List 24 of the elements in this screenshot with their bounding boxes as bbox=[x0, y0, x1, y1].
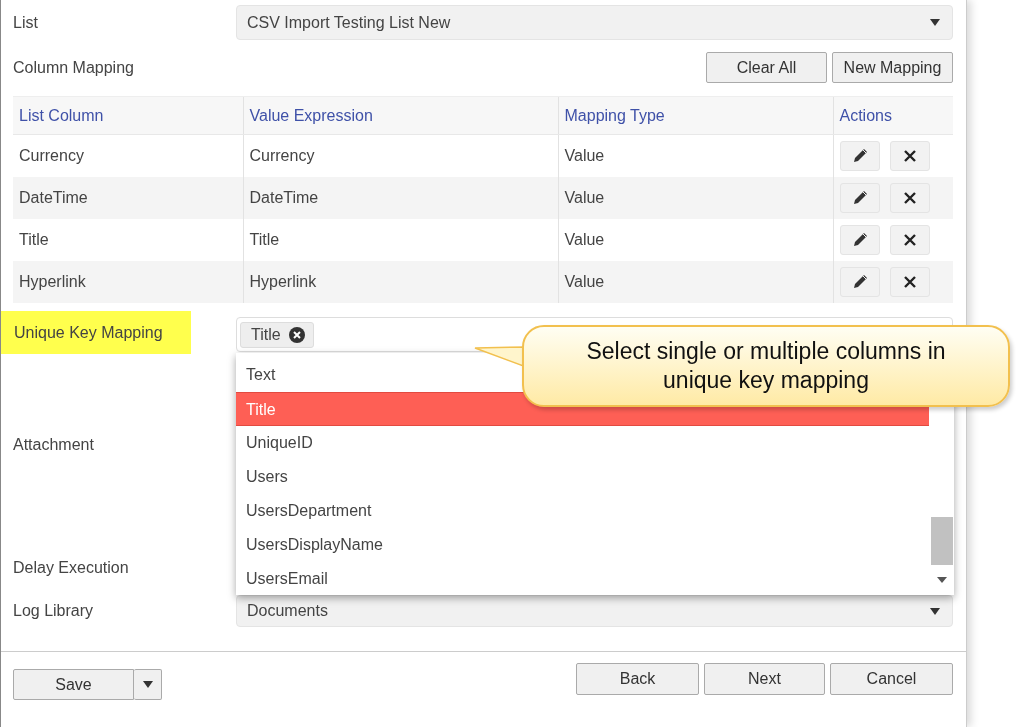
column-header: Mapping Type bbox=[558, 96, 833, 135]
table-cell: DateTime bbox=[19, 189, 88, 207]
callout-text: Select single or multiple columns in unique key mapping bbox=[585, 337, 947, 395]
tag-label: Title bbox=[251, 325, 281, 344]
field-label: Attachment bbox=[13, 436, 94, 454]
table-cell: Title bbox=[249, 231, 280, 249]
table-cell: Currency bbox=[249, 147, 315, 165]
table-cell: Currency bbox=[19, 147, 84, 165]
table-cell: DateTime bbox=[249, 189, 319, 207]
column-header: Actions bbox=[833, 96, 953, 135]
table-cell: Value bbox=[564, 273, 605, 291]
table-cell: Title bbox=[19, 231, 49, 249]
column-header: List Column bbox=[13, 96, 243, 135]
table-cell: Value bbox=[564, 189, 605, 207]
table-cell: Value bbox=[564, 231, 605, 249]
table-cell: Value bbox=[564, 147, 605, 165]
field-label: Log Library bbox=[13, 602, 94, 619]
column-header: Value Expression bbox=[243, 96, 558, 135]
table-cell: Hyperlink bbox=[249, 273, 317, 291]
table-cell: Hyperlink bbox=[19, 273, 86, 291]
highlighted-label: Unique Key Mapping bbox=[1, 311, 191, 354]
field-label: Delay Execution bbox=[13, 559, 129, 577]
field-label: List bbox=[13, 13, 38, 31]
section-label: Column Mapping bbox=[13, 58, 134, 77]
